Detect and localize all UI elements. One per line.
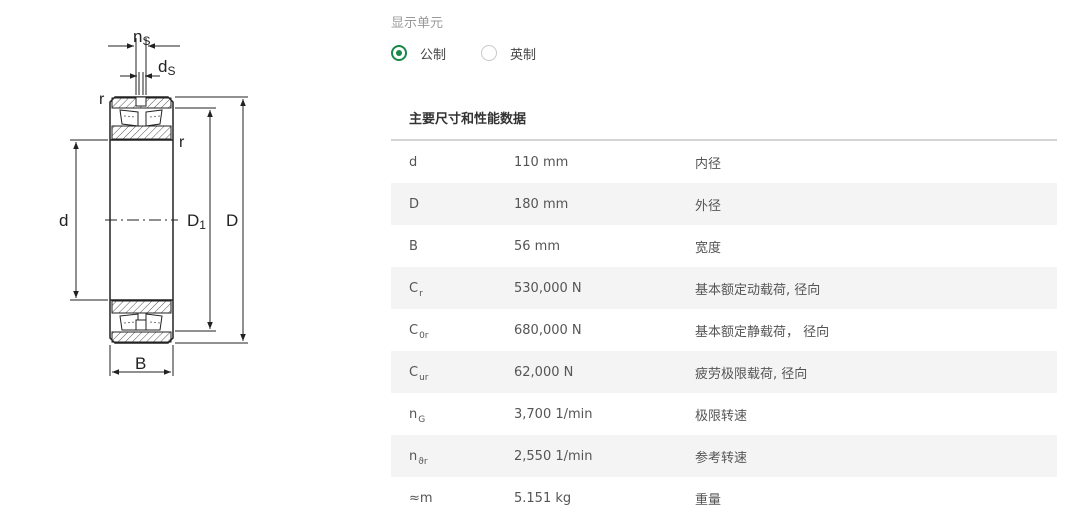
row-symbol: D <box>409 196 420 212</box>
row-description: 疲劳极限载荷, 径向 <box>695 366 808 382</box>
row-symbol: C0r <box>409 322 429 341</box>
radio-imperial[interactable]: 英制 <box>481 44 536 63</box>
radio-imperial-label: 英制 <box>510 47 537 63</box>
table-row: C0r 680,000 N 基本额定静载荷， 径向 <box>391 309 1057 351</box>
row-value: 3,700 1/min <box>514 406 593 422</box>
row-description: 内径 <box>695 156 722 172</box>
row-value: 2,550 1/min <box>514 448 593 464</box>
table-row: nG 3,700 1/min 极限转速 <box>391 393 1057 435</box>
row-value: 530,000 N <box>514 280 582 296</box>
row-description: 参考转速 <box>695 450 748 466</box>
label-r-top: r <box>99 91 105 108</box>
table-row: Cr 530,000 N 基本额定动载荷, 径向 <box>391 267 1057 309</box>
label-ns: nS <box>133 27 150 48</box>
top-bearing-section <box>111 96 172 140</box>
table-row: B 56 mm 宽度 <box>391 225 1057 267</box>
row-symbol: Cur <box>409 364 429 383</box>
table-row: nϑr 2,550 1/min 参考转速 <box>391 435 1057 477</box>
label-d1: D1 <box>187 211 206 232</box>
row-symbol: nϑr <box>409 448 428 467</box>
row-symbol: ≈m <box>409 490 433 506</box>
row-symbol: B <box>409 238 418 254</box>
row-description: 基本额定静载荷， 径向 <box>695 324 830 340</box>
label-ds: dS <box>158 57 175 78</box>
row-description: 基本额定动载荷, 径向 <box>695 282 821 298</box>
radio-metric[interactable]: 公制 <box>391 44 446 63</box>
table-row: d 110 mm 内径 <box>391 141 1057 183</box>
label-r-right: r <box>179 134 185 151</box>
row-symbol: Cr <box>409 280 423 299</box>
row-value: 56 mm <box>514 238 561 254</box>
row-value: 62,000 N <box>514 364 574 380</box>
row-symbol: d <box>409 154 418 170</box>
label-d: d <box>59 211 68 230</box>
table-heading: 主要尺寸和性能数据 <box>409 112 527 127</box>
radio-metric-label: 公制 <box>420 47 447 63</box>
row-value: 180 mm <box>514 196 569 212</box>
row-description: 重量 <box>695 492 722 508</box>
units-radio-group: 公制 英制 <box>391 42 536 64</box>
row-description: 极限转速 <box>695 408 748 424</box>
radio-metric-circle[interactable] <box>391 45 407 61</box>
row-description: 宽度 <box>695 240 722 256</box>
table-row: Cur 62,000 N 疲劳极限载荷, 径向 <box>391 351 1057 393</box>
row-value: 680,000 N <box>514 322 582 338</box>
row-symbol: nG <box>409 406 426 425</box>
table-row: ≈m 5.151 kg 重量 <box>391 477 1057 519</box>
row-value: 5.151 kg <box>514 490 572 506</box>
label-outer-d: D <box>226 211 238 230</box>
table-row: D 180 mm 外径 <box>391 183 1057 225</box>
bearing-diagram: nS dS r r d D1 D B <box>59 27 248 376</box>
bottom-bearing-section <box>111 300 172 343</box>
units-label: 显示单元 <box>391 16 444 31</box>
row-value: 110 mm <box>514 154 569 170</box>
spec-table: d 110 mm 内径 D 180 mm 外径 B 56 mm 宽度 Cr 53… <box>391 141 1057 519</box>
radio-imperial-circle[interactable] <box>481 45 498 61</box>
row-description: 外径 <box>695 198 722 214</box>
label-b: B <box>135 354 146 373</box>
